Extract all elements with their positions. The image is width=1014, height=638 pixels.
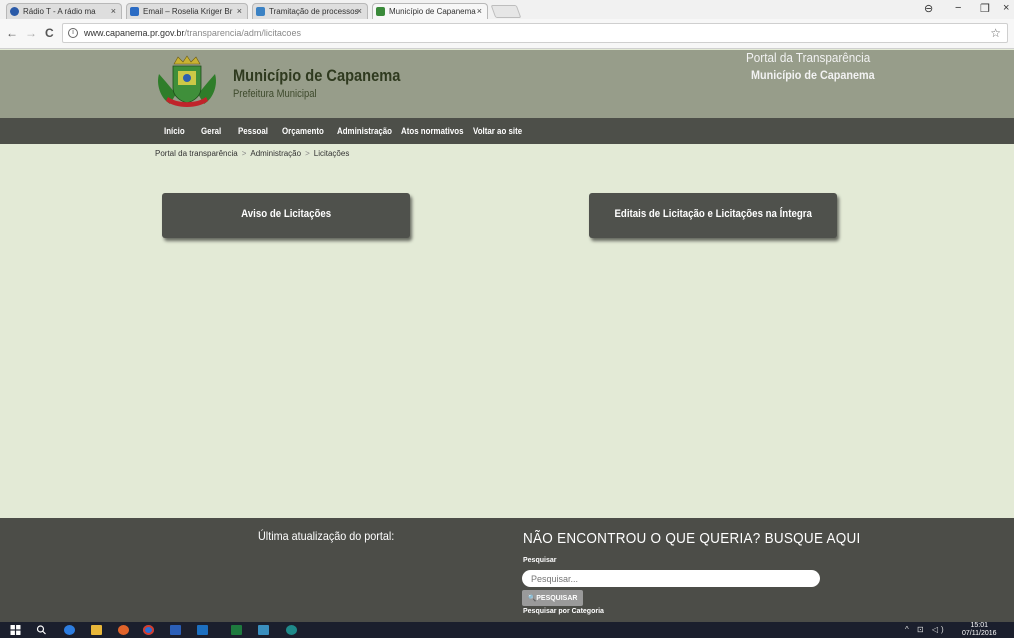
taskbar-clock[interactable]: 15:01 07/11/2016 bbox=[962, 622, 997, 638]
nav-item-administracao[interactable]: Administração bbox=[337, 126, 392, 136]
breadcrumb-item-licitacoes: Licitações bbox=[313, 149, 350, 158]
card-label: Editais de Licitação e Licitações na Ínt… bbox=[614, 208, 812, 220]
nav-item-orcamento[interactable]: Orçamento bbox=[282, 126, 324, 136]
word-icon[interactable] bbox=[170, 625, 181, 635]
windows-start-icon[interactable] bbox=[10, 625, 21, 635]
url-path: /transparencia/adm/licitacoes bbox=[184, 28, 301, 38]
nav-item-pessoal[interactable]: Pessoal bbox=[238, 126, 268, 136]
chrome-icon[interactable] bbox=[143, 625, 154, 635]
network-app-icon[interactable] bbox=[258, 625, 269, 635]
site-subtitle: Prefeitura Municipal bbox=[233, 88, 317, 100]
tab-close-icon[interactable]: × bbox=[477, 6, 482, 16]
main-navigation: Início Geral Pessoal Orçamento Administr… bbox=[0, 118, 1014, 144]
windows-taskbar: ^ ⊡ ◁) 15:01 07/11/2016 bbox=[0, 622, 1014, 638]
new-tab-button[interactable] bbox=[490, 5, 522, 18]
card-aviso-de-licitacoes[interactable]: Aviso de Licitações bbox=[162, 193, 410, 238]
minimize-button[interactable]: − bbox=[955, 2, 961, 14]
breadcrumb-item-administracao[interactable]: Administração bbox=[250, 149, 301, 158]
outlook-icon[interactable] bbox=[197, 625, 208, 635]
site-footer: Última atualização do portal: NÃO ENCONT… bbox=[0, 518, 1014, 622]
file-explorer-icon[interactable] bbox=[91, 625, 102, 635]
search-icon[interactable] bbox=[36, 625, 47, 635]
browser-tab-strip: Rádio T - A rádio ma × Email – Roselia K… bbox=[0, 0, 1014, 19]
restore-button[interactable]: ❐ bbox=[980, 2, 990, 15]
portal-title: Portal da Transparência bbox=[746, 50, 871, 65]
clock-time: 15:01 bbox=[970, 622, 989, 629]
forward-arrow-icon[interactable]: → bbox=[25, 26, 37, 40]
radio-favicon-icon bbox=[10, 7, 19, 16]
clock-date: 07/11/2016 bbox=[962, 630, 997, 637]
breadcrumb-separator: > bbox=[241, 149, 247, 158]
tab-title: Email – Roselia Kriger Br bbox=[143, 7, 233, 16]
tab-close-icon[interactable]: × bbox=[111, 6, 116, 16]
system-tray-icons[interactable]: ^ ⊡ ◁) bbox=[905, 625, 947, 634]
browser-tab-tramitacao[interactable]: Tramitação de processos × bbox=[252, 3, 368, 19]
last-update-label: Última atualização do portal: bbox=[258, 529, 395, 543]
category-search-label: Pesquisar por Categoria bbox=[523, 608, 604, 615]
tab-title: Tramitação de processos bbox=[269, 7, 359, 16]
reload-icon[interactable]: C bbox=[45, 26, 54, 40]
close-window-button[interactable]: × bbox=[1003, 2, 1009, 14]
tab-title: Município de Capanema bbox=[389, 7, 476, 16]
card-label: Aviso de Licitações bbox=[240, 208, 332, 220]
tramitacao-favicon-icon bbox=[256, 7, 265, 16]
tab-title: Rádio T - A rádio ma bbox=[23, 7, 96, 16]
breadcrumb-separator: > bbox=[305, 149, 310, 158]
excel-icon[interactable] bbox=[231, 625, 242, 635]
url-text[interactable]: www.capanema.pr.gov.br/transparencia/adm… bbox=[84, 28, 301, 38]
card-editais-de-licitacao[interactable]: Editais de Licitação e Licitações na Ínt… bbox=[589, 193, 837, 238]
back-arrow-icon[interactable]: ← bbox=[6, 26, 18, 40]
profile-icon[interactable]: ⊖ bbox=[924, 2, 933, 15]
site-info-icon[interactable]: i bbox=[68, 28, 78, 38]
browser-toolbar: ← → C i www.capanema.pr.gov.br/transpare… bbox=[0, 19, 1014, 49]
tab-close-icon[interactable]: × bbox=[357, 6, 362, 16]
edge-icon[interactable] bbox=[64, 625, 75, 635]
municipal-crest-logo[interactable] bbox=[156, 54, 218, 112]
search-input[interactable] bbox=[522, 570, 820, 587]
browser-tab-capanema[interactable]: Município de Capanema × bbox=[372, 3, 488, 19]
browser-tab-radio[interactable]: Rádio T - A rádio ma × bbox=[6, 3, 122, 19]
site-header: Município de Capanema Prefeitura Municip… bbox=[0, 50, 1014, 118]
firefox-icon[interactable] bbox=[118, 625, 129, 635]
search-heading: NÃO ENCONTROU O QUE QUERIA? BUSQUE AQUI bbox=[523, 530, 861, 547]
capanema-favicon-icon bbox=[376, 7, 385, 16]
breadcrumb-item-portal[interactable]: Portal da transparência bbox=[155, 149, 238, 158]
app-icon[interactable] bbox=[286, 625, 297, 635]
search-label: Pesquisar bbox=[523, 557, 557, 564]
outlook-favicon-icon bbox=[130, 7, 139, 16]
url-host: www.capanema.pr.gov.br bbox=[84, 28, 185, 38]
search-button[interactable]: 🔍PESQUISAR bbox=[522, 590, 583, 606]
portal-subtitle: Município de Capanema bbox=[751, 68, 875, 82]
breadcrumb: Portal da transparência > Administração > Li… bbox=[155, 149, 349, 158]
tab-close-icon[interactable]: × bbox=[237, 6, 242, 16]
nav-item-voltar-ao-site[interactable]: Voltar ao site bbox=[473, 126, 522, 136]
nav-item-atos-normativos[interactable]: Atos normativos bbox=[401, 126, 463, 136]
site-title[interactable]: Município de Capanema bbox=[233, 66, 400, 86]
nav-item-inicio[interactable]: Início bbox=[164, 126, 185, 136]
nav-item-geral[interactable]: Geral bbox=[201, 126, 221, 136]
address-bar[interactable]: i www.capanema.pr.gov.br/transparencia/a… bbox=[62, 23, 1008, 43]
bookmark-star-icon[interactable]: ☆ bbox=[990, 26, 1001, 40]
browser-tab-email[interactable]: Email – Roselia Kriger Br × bbox=[126, 3, 248, 19]
